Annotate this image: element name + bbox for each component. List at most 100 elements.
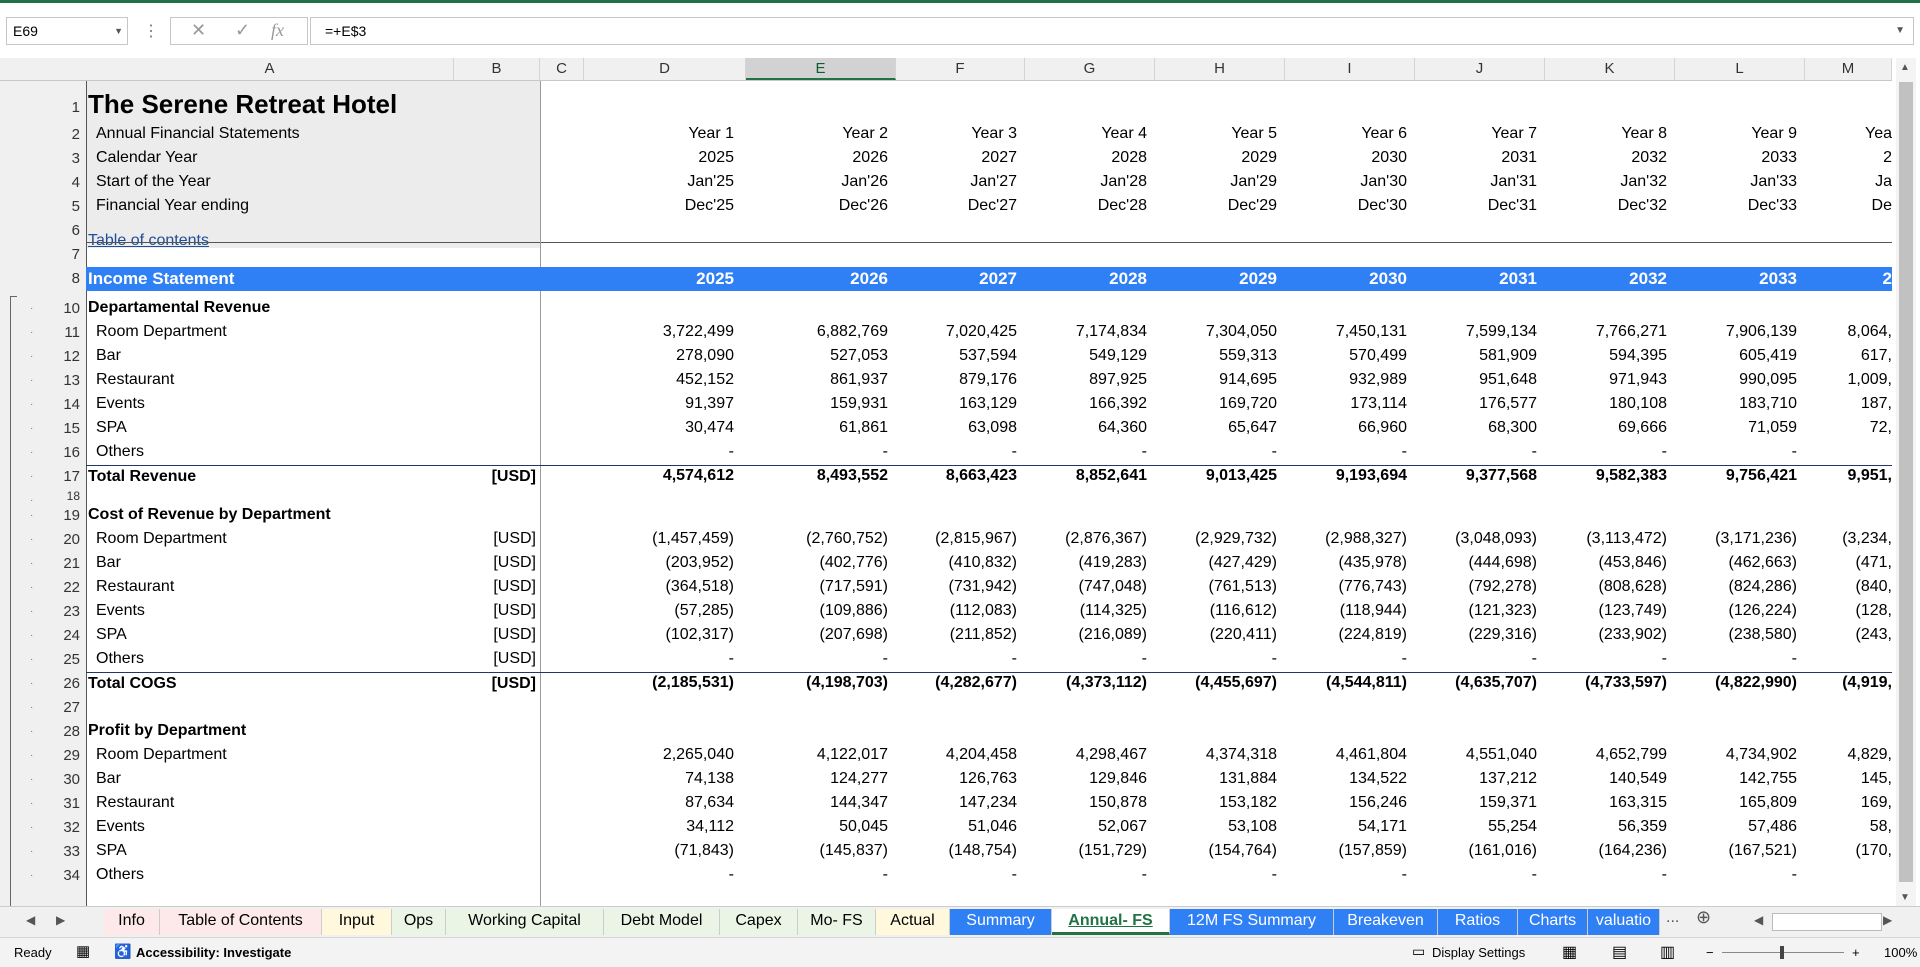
line-item-value[interactable]: 183,710 — [1739, 395, 1797, 413]
line-item-value[interactable]: 7,174,834 — [1076, 323, 1147, 341]
outline-group-bracket[interactable] — [10, 296, 17, 917]
header-row-value[interactable]: 2030 — [1371, 149, 1407, 167]
add-sheet-icon[interactable]: ⊕ — [1696, 907, 1711, 928]
line-item-value[interactable]: 150,878 — [1089, 794, 1147, 812]
line-item-value[interactable]: (216,089) — [1079, 626, 1148, 644]
line-item-value[interactable]: (123,749) — [1599, 602, 1668, 620]
chevron-down-icon[interactable]: ▼ — [114, 18, 123, 44]
line-item-value[interactable]: 163,315 — [1609, 794, 1667, 812]
line-item-value[interactable]: 91,397 — [685, 395, 734, 413]
line-item-value[interactable]: 126,763 — [959, 770, 1017, 788]
header-row-value[interactable]: Dec'26 — [839, 197, 888, 215]
tab-more-button[interactable]: ... — [1666, 909, 1679, 927]
sheet-tab[interactable]: Mo- FS — [798, 909, 876, 935]
line-item-value[interactable]: 163,129 — [959, 395, 1017, 413]
header-row-value[interactable]: Jan'31 — [1490, 173, 1537, 191]
line-item-value[interactable]: 159,931 — [830, 395, 888, 413]
line-item-value[interactable]: (102,317) — [666, 626, 735, 644]
line-item-value[interactable]: 527,053 — [830, 347, 888, 365]
total-value[interactable]: 8,493,552 — [817, 467, 888, 485]
line-item-value[interactable]: 54,171 — [1358, 818, 1407, 836]
line-item-value[interactable]: 34,112 — [686, 818, 734, 836]
line-item-value[interactable]: - — [1532, 443, 1537, 461]
column-header-m[interactable]: M — [1805, 58, 1892, 80]
line-item-value[interactable]: 559,313 — [1219, 347, 1277, 365]
unit-label[interactable]: [USD] — [492, 468, 536, 486]
total-value[interactable]: 9,756,421 — [1726, 467, 1797, 485]
unit-label[interactable]: [USD] — [493, 578, 536, 596]
line-item-value[interactable]: 537,594 — [959, 347, 1017, 365]
page-layout-icon[interactable]: ▤ — [1612, 942, 1627, 962]
accessibility-icon[interactable]: ♿ — [114, 943, 131, 960]
row-header-3[interactable]: 3 — [0, 150, 86, 167]
line-item-value[interactable]: 124,277 — [830, 770, 888, 788]
line-item-value[interactable]: (462,663) — [1729, 554, 1798, 572]
line-item-value[interactable]: (444,698) — [1469, 554, 1538, 572]
line-item-value[interactable]: 4,122,017 — [817, 746, 888, 764]
line-item-label[interactable]: SPA — [96, 626, 127, 644]
total-value[interactable]: (4,198,703) — [806, 674, 888, 692]
line-item-value[interactable]: - — [1142, 650, 1147, 668]
display-settings-icon[interactable]: ▭ — [1412, 943, 1425, 960]
accessibility-status[interactable]: Accessibility: Investigate — [136, 945, 291, 960]
line-item-value[interactable]: 68,300 — [1488, 419, 1537, 437]
line-item-value[interactable]: 4,829, — [1848, 746, 1892, 764]
line-item-label[interactable]: Events — [96, 395, 145, 413]
line-item-value[interactable]: (471, — [1856, 554, 1892, 572]
sheet-tab[interactable]: Capex — [720, 909, 798, 935]
line-item-value[interactable]: (164,236) — [1599, 842, 1668, 860]
unit-label[interactable]: [USD] — [493, 650, 536, 668]
horizontal-scrollbar[interactable] — [1772, 913, 1882, 931]
line-item-value[interactable]: 153,182 — [1219, 794, 1277, 812]
line-item-value[interactable]: 147,234 — [959, 794, 1017, 812]
row-header-2[interactable]: 2 — [0, 126, 86, 143]
line-item-value[interactable]: - — [1792, 650, 1797, 668]
formula-input[interactable]: =+E$3 ▼ — [310, 17, 1914, 45]
sheet-tab[interactable]: Annual- FS — [1052, 909, 1170, 935]
unit-label[interactable]: [USD] — [493, 602, 536, 620]
total-value[interactable]: (4,373,112) — [1066, 674, 1147, 692]
sheet-tab[interactable]: Actual — [876, 909, 950, 935]
total-value[interactable]: 9,951, — [1848, 467, 1892, 485]
line-item-value[interactable]: (154,764) — [1209, 842, 1278, 860]
line-item-label[interactable]: Room Department — [96, 323, 227, 341]
line-item-value[interactable]: - — [1792, 443, 1797, 461]
header-row-value[interactable]: Dec'28 — [1098, 197, 1147, 215]
column-header-c[interactable]: C — [540, 58, 584, 80]
line-item-value[interactable]: (747,048) — [1079, 578, 1148, 596]
header-row-value[interactable]: Jan'29 — [1230, 173, 1277, 191]
header-row-value[interactable]: Dec'29 — [1228, 197, 1277, 215]
insert-function-icon[interactable]: fx — [271, 20, 284, 41]
sheet-tab[interactable]: valuatio — [1588, 909, 1660, 935]
line-item-value[interactable]: (1,457,459) — [652, 530, 734, 548]
line-item-value[interactable]: 7,450,131 — [1336, 323, 1407, 341]
header-row-value[interactable]: Year 7 — [1491, 125, 1537, 143]
column-header-d[interactable]: D — [584, 58, 746, 80]
line-item-value[interactable]: 131,884 — [1219, 770, 1277, 788]
sheet-tab[interactable]: 12M FS Summary — [1170, 909, 1334, 935]
line-item-value[interactable]: 4,734,902 — [1726, 746, 1797, 764]
header-row-value[interactable]: 2026 — [852, 149, 888, 167]
line-item-label[interactable]: Room Department — [96, 746, 227, 764]
line-item-value[interactable]: 7,020,425 — [946, 323, 1017, 341]
line-item-value[interactable]: (776,743) — [1339, 578, 1408, 596]
sheet-tab[interactable]: Ops — [392, 909, 446, 935]
line-item-value[interactable]: (224,819) — [1339, 626, 1408, 644]
tab-prev-icon[interactable]: ◀ — [26, 913, 35, 927]
line-item-value[interactable]: (3,234, — [1842, 530, 1892, 548]
line-item-value[interactable]: (364,518) — [666, 578, 735, 596]
line-item-value[interactable]: 61,861 — [839, 419, 888, 437]
line-item-label[interactable]: Events — [96, 602, 145, 620]
line-item-label[interactable]: Room Department — [96, 530, 227, 548]
line-item-value[interactable]: (203,952) — [666, 554, 735, 572]
unit-label[interactable]: [USD] — [493, 626, 536, 644]
line-item-value[interactable]: 165,809 — [1739, 794, 1797, 812]
line-item-label[interactable]: Bar — [96, 770, 121, 788]
column-header-e[interactable]: E — [746, 58, 896, 80]
line-item-value[interactable]: (233,902) — [1599, 626, 1668, 644]
header-row-value[interactable]: Dec'30 — [1358, 197, 1407, 215]
line-item-value[interactable]: (427,429) — [1209, 554, 1278, 572]
line-item-value[interactable]: (151,729) — [1079, 842, 1148, 860]
line-item-value[interactable]: 159,371 — [1479, 794, 1537, 812]
line-item-value[interactable]: 452,152 — [676, 371, 734, 389]
